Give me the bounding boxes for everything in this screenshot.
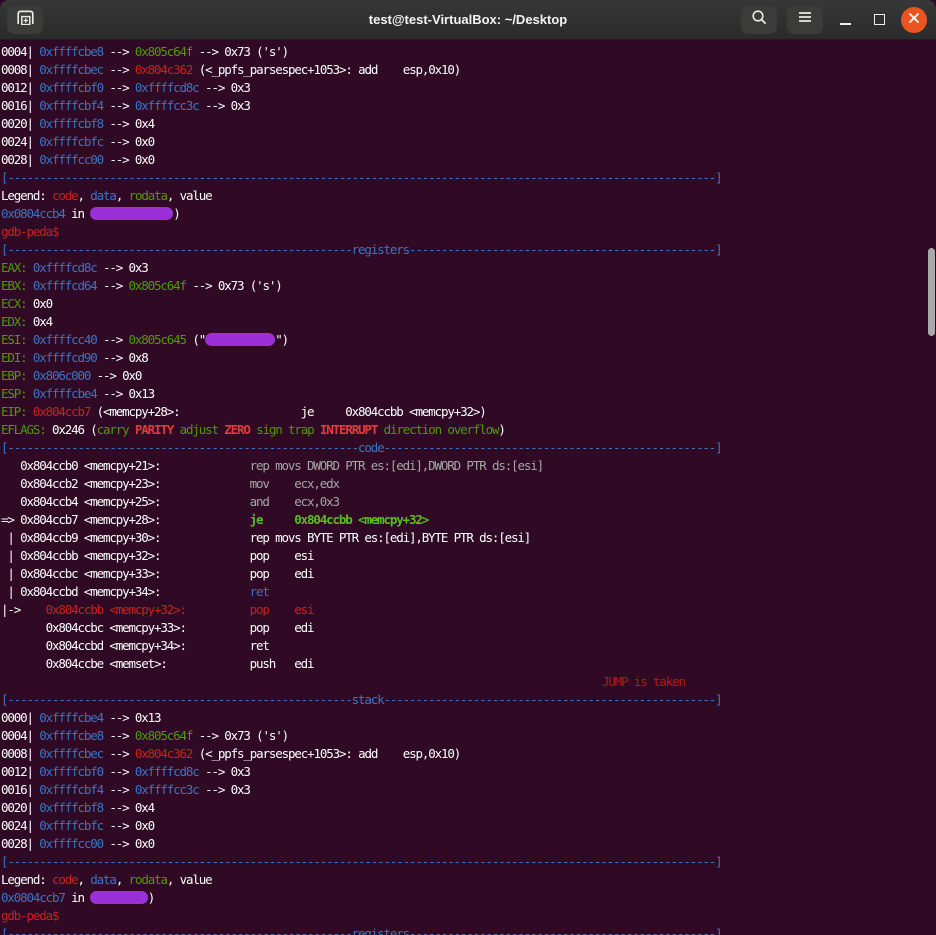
terminal-line: ESI: 0xffffcc40 --> 0x805c645 ("") xyxy=(1,331,929,349)
terminal-line: 0004| 0xffffcbe8 --> 0x805c64f --> 0x73 … xyxy=(1,43,929,61)
terminal-line: 0x0804ccb4 in ) xyxy=(1,205,929,223)
maximize-button[interactable] xyxy=(867,8,891,32)
terminal-line: 0008| 0xffffcbec --> 0x804c362 (<_ppfs_p… xyxy=(1,745,929,763)
new-tab-icon xyxy=(16,9,35,30)
terminal-line: 0x804ccbe <memset>: push edi xyxy=(1,655,929,673)
terminal-line: 0016| 0xffffcbf4 --> 0xffffcc3c --> 0x3 xyxy=(1,97,929,115)
terminal-line: 0024| 0xffffcbfc --> 0x0 xyxy=(1,817,929,835)
terminal-line: ECX: 0x0 xyxy=(1,295,929,313)
terminal-line: Legend: code, data, rodata, value xyxy=(1,187,929,205)
terminal-line: 0028| 0xffffcc00 --> 0x0 xyxy=(1,151,929,169)
terminal-line: EBX: 0xffffcd64 --> 0x805c64f --> 0x73 (… xyxy=(1,277,929,295)
search-icon xyxy=(751,9,768,31)
terminal-line: EAX: 0xffffcd8c --> 0x3 xyxy=(1,259,929,277)
terminal-line: EFLAGS: 0x246 (carry PARITY adjust ZERO … xyxy=(1,421,929,439)
terminal-line: [---------------------------------------… xyxy=(1,241,929,259)
terminal-line: | 0x804ccb9 <memcpy+30>: rep movs BYTE P… xyxy=(1,529,929,547)
terminal-line: | 0x804ccbc <memcpy+33>: pop edi xyxy=(1,565,929,583)
terminal-line: 0x804ccbc <memcpy+33>: pop edi xyxy=(1,619,929,637)
redaction-blob xyxy=(90,891,147,904)
hamburger-menu-icon xyxy=(797,10,813,29)
terminal-line: [---------------------------------------… xyxy=(1,691,929,709)
terminal-line: EIP: 0x804ccb7 (<memcpy+28>: je 0x804ccb… xyxy=(1,403,929,421)
terminal-line: ESP: 0xffffcbe4 --> 0x13 xyxy=(1,385,929,403)
maximize-icon xyxy=(874,14,885,25)
terminal-line: Legend: code, data, rodata, value xyxy=(1,871,929,889)
terminal-line: 0008| 0xffffcbec --> 0x804c362 (<_ppfs_p… xyxy=(1,61,929,79)
terminal-line: EBP: 0x806c000 --> 0x0 xyxy=(1,367,929,385)
terminal-line: 0012| 0xffffcbf0 --> 0xffffcd8c --> 0x3 xyxy=(1,79,929,97)
redaction-blob xyxy=(205,333,275,346)
terminal-line: | 0x804ccbb <memcpy+32>: pop esi xyxy=(1,547,929,565)
terminal-line: 0x804ccb2 <memcpy+23>: mov ecx,edx xyxy=(1,475,929,493)
terminal-line: 0024| 0xffffcbfc --> 0x0 xyxy=(1,133,929,151)
terminal-line: 0020| 0xffffcbf8 --> 0x4 xyxy=(1,115,929,133)
menu-button[interactable] xyxy=(787,6,823,34)
terminal-line: [---------------------------------------… xyxy=(1,925,929,935)
terminal-line: 0x804ccb0 <memcpy+21>: rep movs DWORD PT… xyxy=(1,457,929,475)
terminal-line: 0x804ccb4 <memcpy+25>: and ecx,0x3 xyxy=(1,493,929,511)
terminal-line: 0020| 0xffffcbf8 --> 0x4 xyxy=(1,799,929,817)
close-button[interactable] xyxy=(901,7,927,33)
terminal-line: => 0x804ccb7 <memcpy+28>: je 0x804ccbb <… xyxy=(1,511,929,529)
terminal-line: EDI: 0xffffcd90 --> 0x8 xyxy=(1,349,929,367)
terminal-line: 0028| 0xffffcc00 --> 0x0 xyxy=(1,835,929,853)
terminal-output[interactable]: 0004| 0xffffcbe8 --> 0x805c64f --> 0x73 … xyxy=(1,40,929,935)
terminal-line: |-> 0x804ccbb <memcpy+32>: pop esi xyxy=(1,601,929,619)
terminal-line: 0000| 0xffffcbe4 --> 0x13 xyxy=(1,709,929,727)
close-icon xyxy=(908,11,920,29)
terminal-line: JUMP is taken xyxy=(1,673,929,691)
terminal-line: EDX: 0x4 xyxy=(1,313,929,331)
terminal-line: 0x804ccbd <memcpy+34>: ret xyxy=(1,637,929,655)
terminal-line: [---------------------------------------… xyxy=(1,169,929,187)
minimize-icon xyxy=(840,23,851,25)
terminal-line: 0012| 0xffffcbf0 --> 0xffffcd8c --> 0x3 xyxy=(1,763,929,781)
terminal-line: 0004| 0xffffcbe8 --> 0x805c64f --> 0x73 … xyxy=(1,727,929,745)
minimize-button[interactable] xyxy=(833,8,857,32)
terminal-line: gdb-peda$ xyxy=(1,223,929,241)
terminal-line: [---------------------------------------… xyxy=(1,853,929,871)
scrollbar-thumb[interactable] xyxy=(928,248,935,336)
titlebar: test@test-VirtualBox: ~/Desktop xyxy=(0,0,936,40)
terminal-line: 0016| 0xffffcbf4 --> 0xffffcc3c --> 0x3 xyxy=(1,781,929,799)
redaction-blob xyxy=(90,207,173,220)
terminal-line: | 0x804ccbd <memcpy+34>: ret xyxy=(1,583,929,601)
terminal-line: 0x0804ccb7 in ) xyxy=(1,889,929,907)
terminal-line: [---------------------------------------… xyxy=(1,439,929,457)
terminal-line: gdb-peda$ xyxy=(1,907,929,925)
search-button[interactable] xyxy=(741,6,777,34)
new-tab-button[interactable] xyxy=(7,6,43,34)
